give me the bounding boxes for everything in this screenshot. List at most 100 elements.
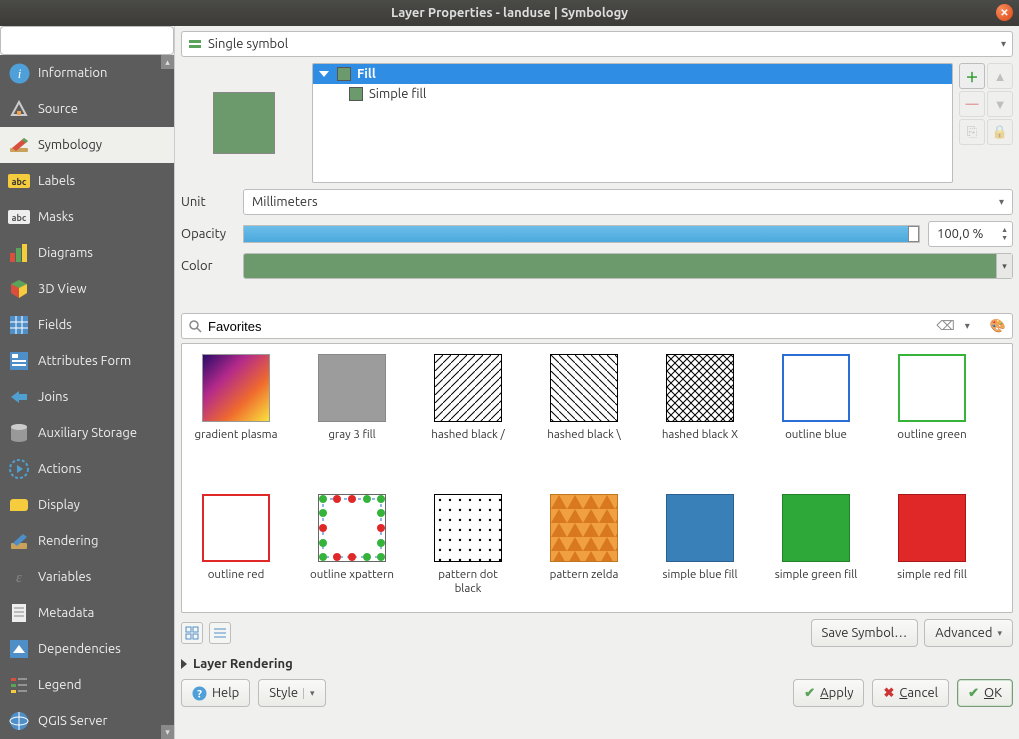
sidebar-item-masks[interactable]: abc Masks <box>0 199 174 235</box>
gallery-item-hash-x[interactable]: hashed black X <box>656 354 744 456</box>
save-symbol-button[interactable]: Save Symbol… <box>811 619 919 647</box>
gallery-caption: hashed black \ <box>547 428 620 456</box>
help-button[interactable]: ? Help <box>181 679 250 707</box>
sidebar-item-label: Attributes Form <box>38 354 131 368</box>
rendering-icon <box>8 530 30 552</box>
sidebar-item-symbology[interactable]: Symbology <box>0 127 174 163</box>
dependencies-icon <box>8 638 30 660</box>
cancel-button[interactable]: ✖ Cancel <box>872 679 949 707</box>
gallery-item-dot-black[interactable]: pattern dot black <box>424 494 512 596</box>
apply-button[interactable]: ✔ Apply <box>793 679 864 707</box>
color-button[interactable]: ▾ <box>243 253 1013 279</box>
remove-layer-button[interactable]: — <box>959 91 985 117</box>
sidebar-item-diagrams[interactable]: Diagrams <box>0 235 174 271</box>
lock-layer-button[interactable]: 🔒 <box>987 119 1013 145</box>
opacity-value: 100,0 % <box>937 227 983 241</box>
tree-label: Fill <box>357 67 376 81</box>
gallery-item-gradient-plasma[interactable]: gradient plasma <box>192 354 280 456</box>
sidebar-item-labels[interactable]: abc Labels <box>0 163 174 199</box>
spin-arrows-icon[interactable]: ▲▼ <box>1001 226 1008 242</box>
add-layer-button[interactable]: ＋ <box>959 63 985 89</box>
single-symbol-icon <box>188 37 202 51</box>
sidebar-item-label: Rendering <box>38 534 98 548</box>
opacity-slider[interactable] <box>243 225 920 243</box>
sidebar-item-joins[interactable]: Joins <box>0 379 174 415</box>
unit-combo[interactable]: Millimeters ▾ <box>243 189 1013 215</box>
gallery-item-hash-fwd[interactable]: hashed black / <box>424 354 512 456</box>
sidebar-scroll-up[interactable]: ▴ <box>161 55 174 69</box>
cancel-icon: ✖ <box>883 686 894 701</box>
symbol-type-value: Single symbol <box>208 37 288 51</box>
sidebar-item-actions[interactable]: Actions <box>0 451 174 487</box>
ok-button[interactable]: ✔ OK <box>957 679 1013 707</box>
gallery-caption: gray 3 fill <box>328 428 375 456</box>
sidebar-item-auxiliary-storage[interactable]: Auxiliary Storage <box>0 415 174 451</box>
sidebar-item-fields[interactable]: Fields <box>0 307 174 343</box>
sidebar-search[interactable] <box>0 26 174 55</box>
list-view-button[interactable] <box>209 622 231 644</box>
tree-row-simple-fill[interactable]: Simple fill <box>313 84 952 104</box>
duplicate-layer-button[interactable]: ⎘ <box>959 119 985 145</box>
move-down-button[interactable]: ▼ <box>987 91 1013 117</box>
sidebar-item-display[interactable]: Display <box>0 487 174 523</box>
sidebar-item-information[interactable]: i Information <box>0 55 174 91</box>
gallery-caption: pattern zelda <box>550 568 619 596</box>
sidebar-item-label: Diagrams <box>38 246 93 260</box>
sidebar-item-label: Legend <box>38 678 81 692</box>
sidebar-item-metadata[interactable]: Metadata <box>0 595 174 631</box>
sidebar-item-label: Metadata <box>38 606 94 620</box>
gallery-caption: hashed black X <box>662 428 738 456</box>
color-dropdown-icon[interactable]: ▾ <box>996 254 1012 278</box>
favorites-filter-dropdown[interactable]: ▾ <box>961 320 974 332</box>
gallery-item-red-fill[interactable]: simple red fill <box>888 494 976 596</box>
sidebar-item-qgis-server[interactable]: QGIS Server <box>0 703 174 739</box>
sidebar-item-source[interactable]: Source <box>0 91 174 127</box>
search-icon <box>188 319 202 333</box>
sidebar-item-rendering[interactable]: Rendering <box>0 523 174 559</box>
symbol-type-combo[interactable]: Single symbol ▾ <box>181 31 1013 57</box>
symbol-gallery: gradient plasma gray 3 fill hashed black… <box>181 343 1013 613</box>
advanced-button[interactable]: Advanced▾ <box>924 619 1013 647</box>
symbol-layer-tree[interactable]: Fill Simple fill <box>312 63 953 183</box>
style-manager-icon[interactable]: 🎨 <box>990 319 1006 334</box>
tree-row-fill[interactable]: Fill <box>313 64 952 84</box>
opacity-spinbox[interactable]: 100,0 % ▲▼ <box>928 221 1013 247</box>
gallery-item-outline-xpattern[interactable]: outline xpattern <box>308 494 396 596</box>
sidebar-item-dependencies[interactable]: Dependencies <box>0 631 174 667</box>
icon-view-button[interactable] <box>181 622 203 644</box>
gallery-item-gray3[interactable]: gray 3 fill <box>308 354 396 456</box>
masks-icon: abc <box>8 206 30 228</box>
disclosure-triangle-icon[interactable] <box>319 71 329 77</box>
sidebar-scroll-down[interactable]: ▾ <box>161 725 174 739</box>
gallery-item-hash-back[interactable]: hashed black \ <box>540 354 628 456</box>
gallery-caption: outline blue <box>785 428 847 456</box>
help-icon: ? <box>192 686 207 701</box>
gallery-item-blue-fill[interactable]: simple blue fill <box>656 494 744 596</box>
svg-text:?: ? <box>197 688 202 700</box>
sidebar-item-3dview[interactable]: 3D View <box>0 271 174 307</box>
sidebar-item-legend[interactable]: Legend <box>0 667 174 703</box>
gallery-item-outline-green[interactable]: outline green <box>888 354 976 456</box>
symbology-icon <box>8 134 30 156</box>
sidebar-search-input[interactable] <box>7 33 184 48</box>
gallery-item-zelda[interactable]: pattern zelda <box>540 494 628 596</box>
sidebar-item-variables[interactable]: ε Variables <box>0 559 174 595</box>
layer-rendering-section[interactable]: Layer Rendering <box>181 657 1013 671</box>
gallery-item-green-fill[interactable]: simple green fill <box>772 494 860 596</box>
sidebar-item-label: Source <box>38 102 78 116</box>
style-button[interactable]: Style ▾ <box>258 679 325 707</box>
sidebar-item-label: Symbology <box>38 138 102 152</box>
chevron-down-icon: ▾ <box>999 196 1004 208</box>
move-up-button[interactable]: ▲ <box>987 63 1013 89</box>
close-icon[interactable]: ✕ <box>996 4 1013 21</box>
gallery-caption: hashed black / <box>431 428 504 456</box>
favorites-search-input[interactable] <box>208 319 930 334</box>
layer-buttons: ＋ ▲ — ▼ ⎘ 🔒 <box>959 63 1013 183</box>
sidebar-item-attributes-form[interactable]: Attributes Form <box>0 343 174 379</box>
gallery-caption: outline red <box>208 568 265 596</box>
svg-text:abc: abc <box>12 177 27 187</box>
labels-icon: abc <box>8 170 30 192</box>
clear-search-icon[interactable]: ⌫ <box>936 319 954 334</box>
gallery-item-outline-blue[interactable]: outline blue <box>772 354 860 456</box>
gallery-item-outline-red[interactable]: outline red <box>192 494 280 596</box>
